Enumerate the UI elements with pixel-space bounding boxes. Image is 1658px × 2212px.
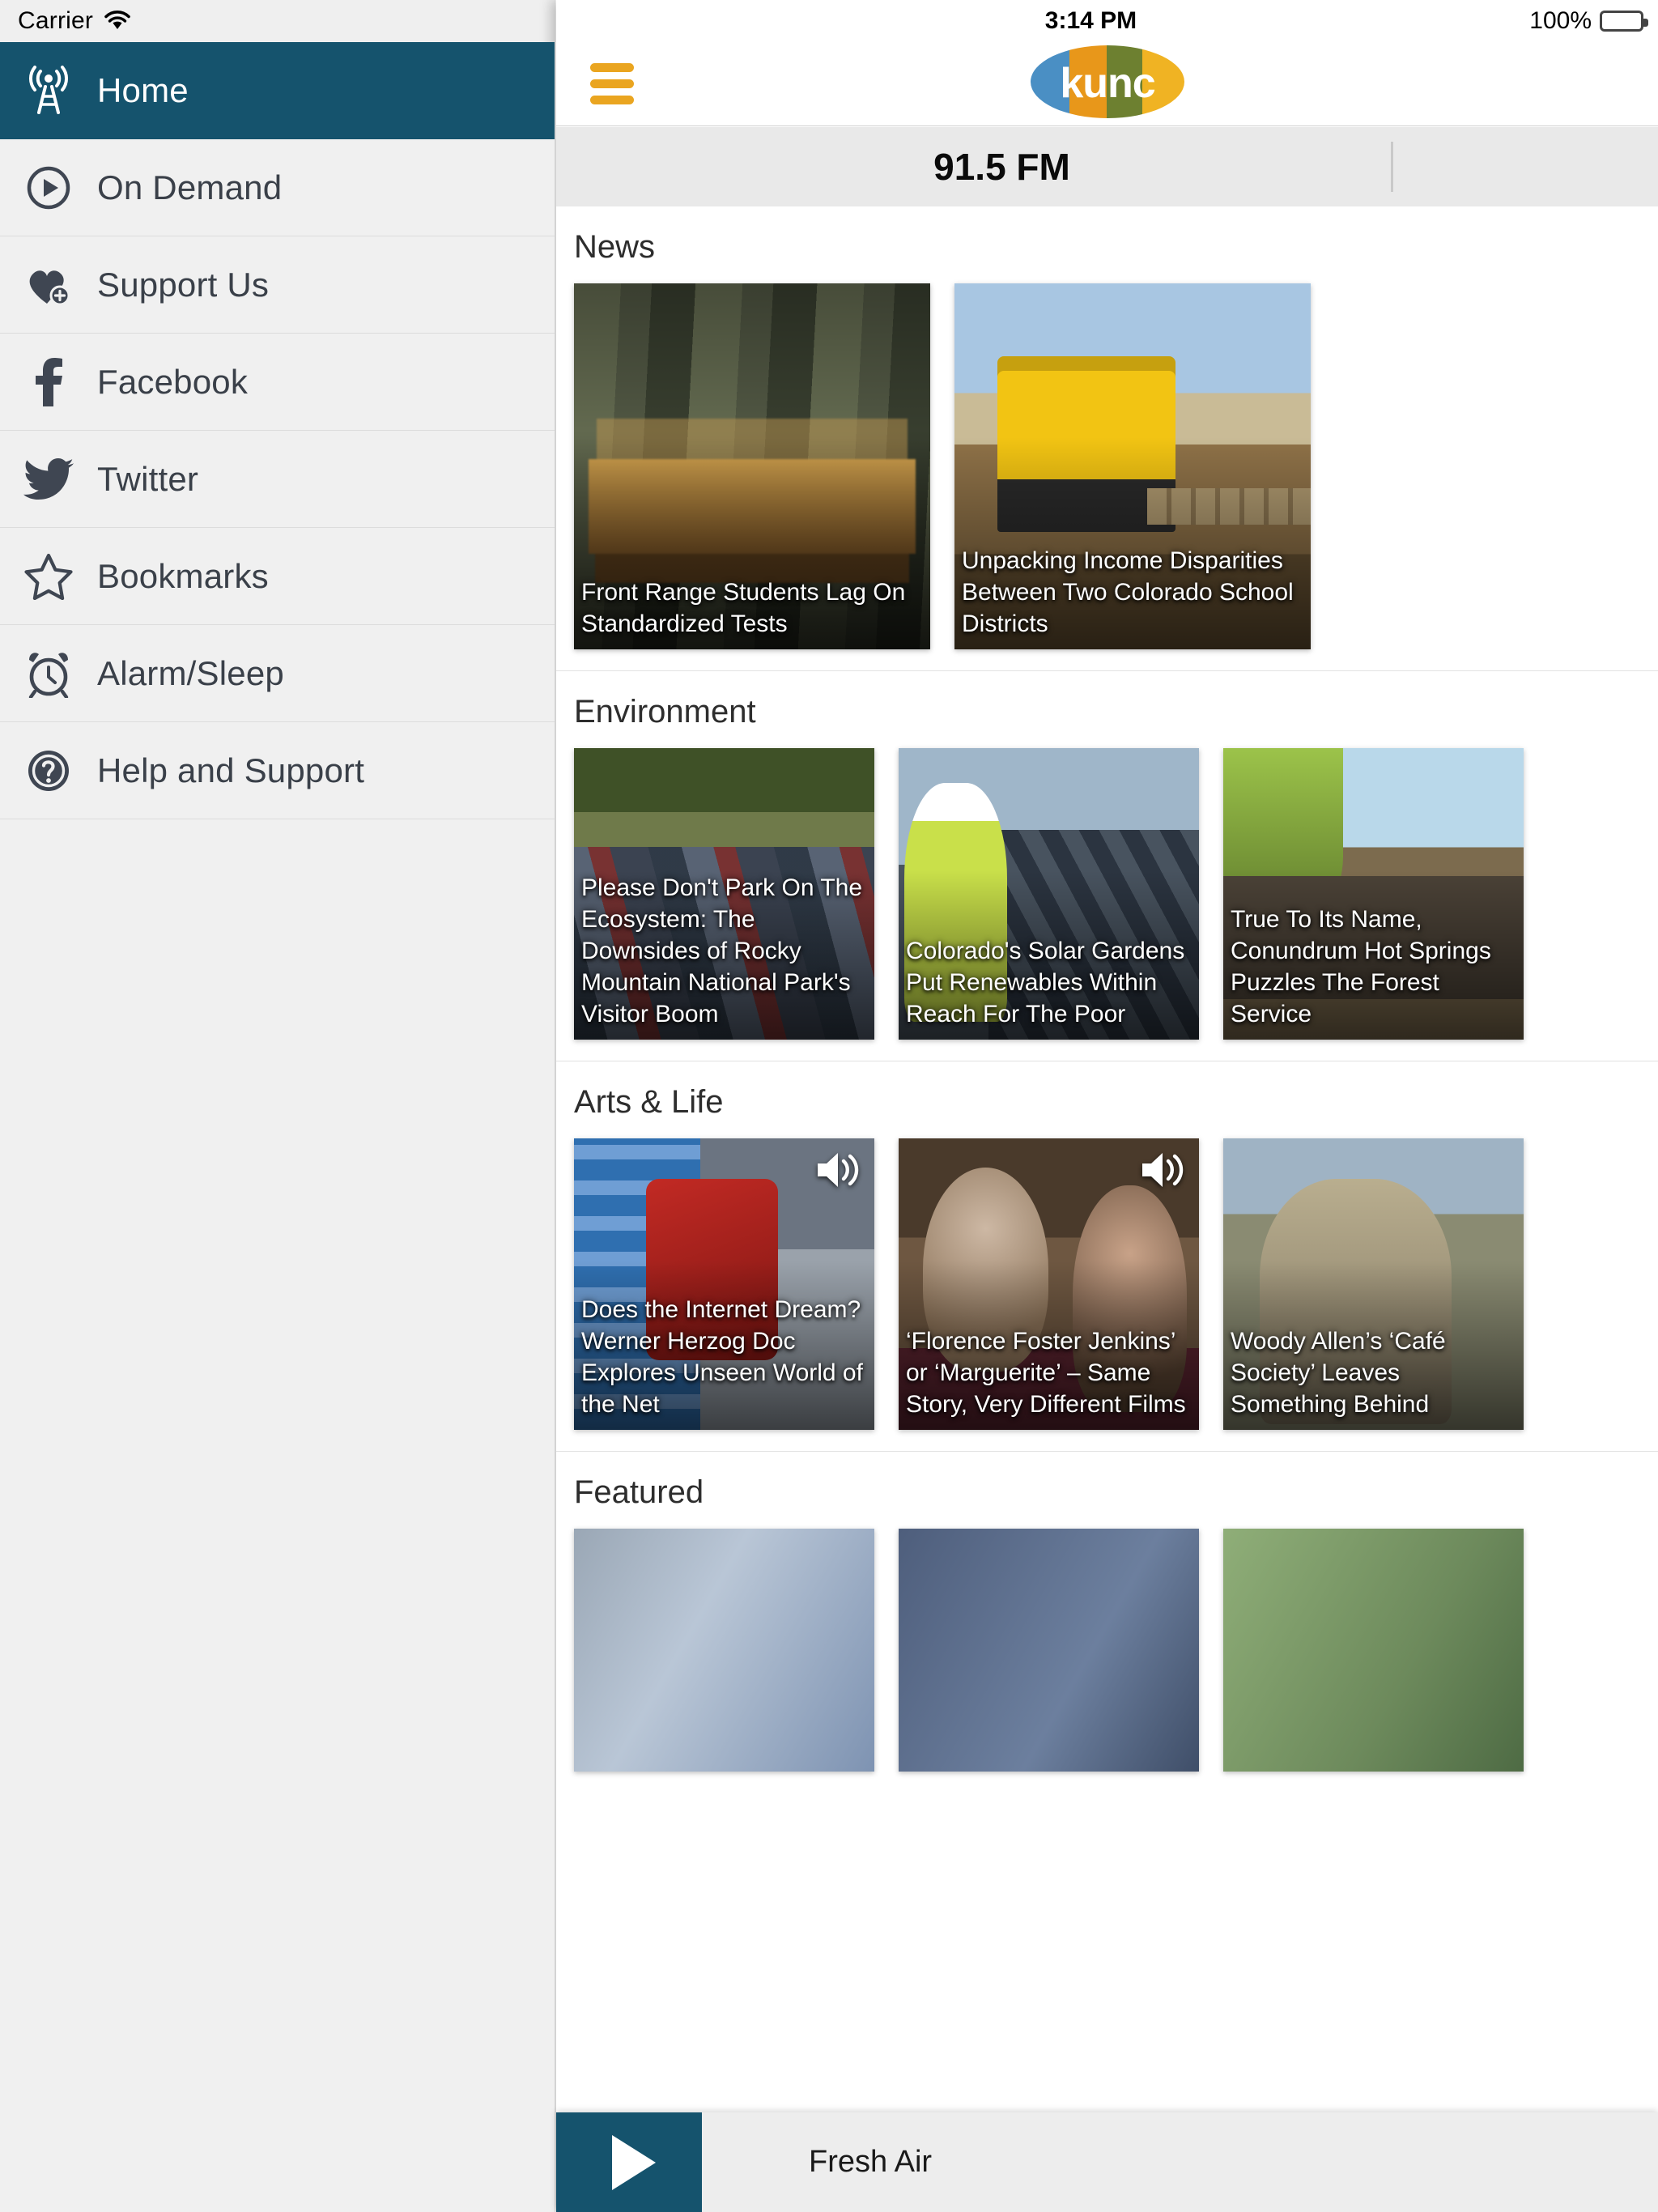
station-frequency-label: 91.5 FM [933, 146, 1070, 188]
svg-text:kunc: kunc [1060, 60, 1154, 107]
sidebar-item-support-us[interactable]: Support Us [0, 236, 555, 334]
article-card[interactable]: Please Don't Park On The Ecosystem: The … [574, 748, 874, 1040]
section-title-arts-and-life: Arts & Life [574, 1084, 724, 1120]
article-title: ‘Florence Foster Jenkins’ or ‘Marguerite… [906, 1328, 1186, 1418]
article-title: Unpacking Income Disparities Between Two… [962, 547, 1294, 637]
sidebar-item-twitter[interactable]: Twitter [0, 431, 555, 528]
article-title: True To Its Name, Conundrum Hot Springs … [1231, 906, 1491, 1027]
star-outline-icon [0, 553, 97, 600]
play-circle-icon [0, 165, 97, 211]
sidebar-label: Twitter [97, 459, 199, 498]
audio-speaker-icon [1139, 1150, 1184, 1190]
station-frequency-bar[interactable]: 91.5 FM [556, 127, 1658, 206]
sidebar-label: Bookmarks [97, 556, 269, 595]
app-root: Carrier Home On Demand Support Us Facebo… [0, 0, 1658, 2212]
article-card[interactable]: Unpacking Income Disparities Between Two… [954, 283, 1311, 649]
carrier-label: Carrier [18, 7, 94, 34]
heart-plus-icon [0, 263, 97, 307]
section-title-featured: Featured [574, 1474, 704, 1510]
status-bar-left: Carrier [0, 0, 555, 42]
sidebar-label: Support Us [97, 265, 270, 304]
sidebar-item-alarm-sleep[interactable]: Alarm/Sleep [0, 625, 555, 722]
audio-speaker-icon [814, 1150, 860, 1190]
sidebar-item-facebook[interactable]: Facebook [0, 334, 555, 431]
hamburger-menu-icon[interactable] [590, 63, 634, 104]
article-card[interactable] [899, 1529, 1199, 1772]
section-row-featured [556, 1529, 1658, 1793]
clock-label: 3:14 PM [1044, 7, 1137, 34]
now-playing-info[interactable]: Fresh Air [702, 2112, 1658, 2212]
sidebar-label: Alarm/Sleep [97, 653, 284, 692]
article-thumbnail [1223, 1529, 1524, 1772]
article-title: Please Don't Park On The Ecosystem: The … [581, 874, 863, 1027]
now-playing-title: Fresh Air [809, 2145, 933, 2179]
section-row-environment: Please Don't Park On The Ecosystem: The … [556, 748, 1658, 1061]
facebook-icon [0, 357, 97, 406]
sidebar-item-help-and-support[interactable]: Help and Support [0, 722, 555, 819]
sidebar-label: Help and Support [97, 751, 365, 789]
section-row-arts-and-life: Does the Internet Dream? Werner Herzog D… [556, 1138, 1658, 1451]
content-scroll-area[interactable]: News Front Range Students Lag On Standar… [556, 206, 1658, 2212]
article-title: Front Range Students Lag On Standardized… [581, 579, 906, 637]
article-title: Woody Allen’s ‘Café Society’ Leaves Some… [1231, 1328, 1446, 1418]
article-card[interactable]: Front Range Students Lag On Standardized… [574, 283, 930, 649]
now-playing-bar: Fresh Air [556, 2112, 1658, 2212]
kunc-logo[interactable]: kunc [1030, 44, 1184, 124]
article-card[interactable] [1223, 1529, 1524, 1772]
article-card[interactable]: Does the Internet Dream? Werner Herzog D… [574, 1138, 874, 1430]
article-title: Colorado's Solar Gardens Put Renewables … [906, 938, 1185, 1027]
section-row-news: Front Range Students Lag On Standardized… [556, 283, 1658, 670]
question-circle-icon [0, 747, 97, 794]
article-card[interactable] [574, 1529, 874, 1772]
section-title-environment: Environment [574, 694, 756, 730]
article-card[interactable]: Woody Allen’s ‘Café Society’ Leaves Some… [1223, 1138, 1524, 1430]
wifi-icon [104, 10, 131, 35]
top-navigation-bar: kunc [556, 42, 1658, 126]
section-title-news: News [574, 229, 656, 265]
article-card[interactable]: Colorado's Solar Gardens Put Renewables … [899, 748, 1199, 1040]
sidebar-label: Home [97, 70, 189, 109]
sidebar-label: On Demand [97, 168, 283, 206]
article-title: Does the Internet Dream? Werner Herzog D… [581, 1296, 863, 1418]
sidebar-item-bookmarks[interactable]: Bookmarks [0, 528, 555, 625]
sidebar-label: Facebook [97, 362, 249, 401]
status-bar-right: 3:14 PM 100% [556, 0, 1658, 42]
article-card[interactable]: True To Its Name, Conundrum Hot Springs … [1223, 748, 1524, 1040]
navigation-drawer: Home On Demand Support Us Facebook Twitt… [0, 42, 555, 2212]
sidebar-item-on-demand[interactable]: On Demand [0, 139, 555, 236]
content-pane: 3:14 PM 100% kunc 91.5 FM News Front Ran… [556, 0, 1658, 2212]
battery-icon [1600, 11, 1648, 32]
broadcast-tower-icon [0, 65, 97, 116]
battery-percent-label: 100% [1529, 7, 1592, 34]
alarm-clock-icon [0, 649, 97, 698]
twitter-icon [0, 457, 97, 500]
article-card[interactable]: ‘Florence Foster Jenkins’ or ‘Marguerite… [899, 1138, 1199, 1430]
play-button[interactable] [556, 2112, 702, 2212]
article-thumbnail [899, 1529, 1199, 1772]
play-icon [612, 2134, 656, 2190]
article-thumbnail [574, 1529, 874, 1772]
battery-indicator: 100% [1529, 0, 1648, 42]
sidebar-item-home[interactable]: Home [0, 42, 555, 139]
station-bar-divider [1391, 142, 1393, 192]
